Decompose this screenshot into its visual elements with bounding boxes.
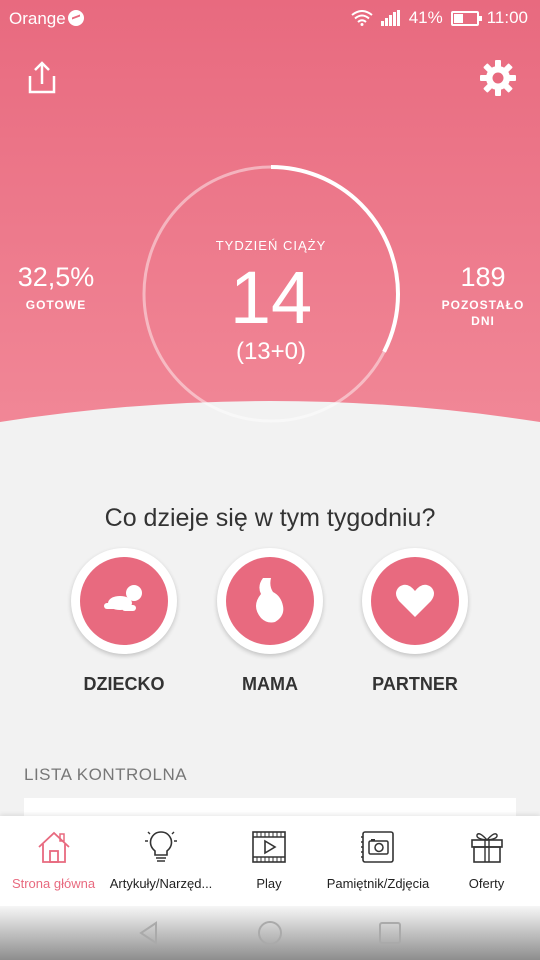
nav-offers-label: Oferty [468, 876, 505, 891]
topic-partner-button[interactable] [362, 548, 468, 654]
system-navigation-bar [0, 906, 540, 960]
camera-icon [361, 831, 394, 863]
share-button[interactable] [22, 58, 62, 98]
nav-diary[interactable]: Pamiętnik/Zdjęcia [323, 816, 433, 906]
recent-apps-icon[interactable] [377, 920, 403, 946]
battery-icon [450, 10, 482, 26]
crawling-baby-icon [104, 585, 142, 611]
nav-play[interactable]: Play [215, 816, 323, 906]
topic-mom-label: MAMA [242, 674, 298, 694]
topic-baby-label: DZIECKO [83, 674, 165, 694]
gear-icon [480, 60, 516, 96]
home-circle-icon[interactable] [257, 920, 283, 946]
pregnant-belly-icon [256, 578, 284, 623]
settings-button[interactable] [478, 58, 518, 98]
share-icon [28, 61, 56, 94]
gift-icon [470, 833, 503, 863]
heart-icon [396, 584, 434, 617]
days-remaining-value: 189 [460, 262, 506, 292]
signal-icon [380, 10, 400, 26]
topic-mom-button[interactable] [217, 548, 323, 654]
pregnancy-week-number: 14 [229, 256, 313, 339]
topic-baby-button[interactable] [71, 548, 177, 654]
days-remaining-label-line1: POZOSTAŁO [441, 298, 525, 312]
progress-percent-stat: 32,5% GOTOWE [10, 262, 102, 313]
nav-articles[interactable]: Artykuły/Narzęd... [107, 816, 215, 906]
lightbulb-icon [145, 831, 177, 862]
bottom-navigation: Strona główna Artykuły/Narzęd... Play Pa… [0, 816, 540, 906]
days-remaining-label: POZOSTAŁO DNI [434, 297, 532, 329]
nav-diary-label: Pamiętnik/Zdjęcia [326, 876, 430, 891]
days-remaining-stat: 189 POZOSTAŁO DNI [434, 262, 532, 329]
battery-percent: 41% [408, 8, 443, 27]
pregnancy-week-detail: (13+0) [235, 338, 307, 365]
nav-offers[interactable]: Oferty [433, 816, 540, 906]
topic-baby-circle [80, 557, 168, 645]
progress-percent-value: 32,5% [17, 262, 95, 292]
home-icon [37, 831, 70, 863]
days-remaining-label-line2: DNI [471, 314, 495, 328]
wifi-icon [351, 10, 373, 26]
progress-percent-label: GOTOWE [25, 298, 87, 312]
nav-articles-label: Artykuły/Narzęd... [109, 876, 213, 891]
weekly-question-title: Co dzieje się w tym tygodniu? [104, 504, 436, 532]
back-icon[interactable] [136, 920, 162, 946]
messenger-icon [68, 10, 84, 26]
topic-partner-label: PARTNER [372, 674, 458, 694]
checklist-title: LISTA KONTROLNA [24, 765, 188, 784]
topic-partner-circle [371, 557, 459, 645]
topic-mom-circle [226, 557, 314, 645]
nav-home[interactable]: Strona główna [0, 816, 107, 906]
status-bar: Orange 41% 11:00 [0, 0, 540, 36]
video-play-icon [252, 831, 286, 863]
carrier-name: Orange [9, 9, 66, 28]
clock: 11:00 [486, 8, 528, 27]
pregnancy-week-label: TYDZIEŃ CIĄŻY [215, 238, 327, 253]
nav-home-label: Strona główna [11, 876, 96, 891]
nav-play-label: Play [256, 876, 282, 891]
